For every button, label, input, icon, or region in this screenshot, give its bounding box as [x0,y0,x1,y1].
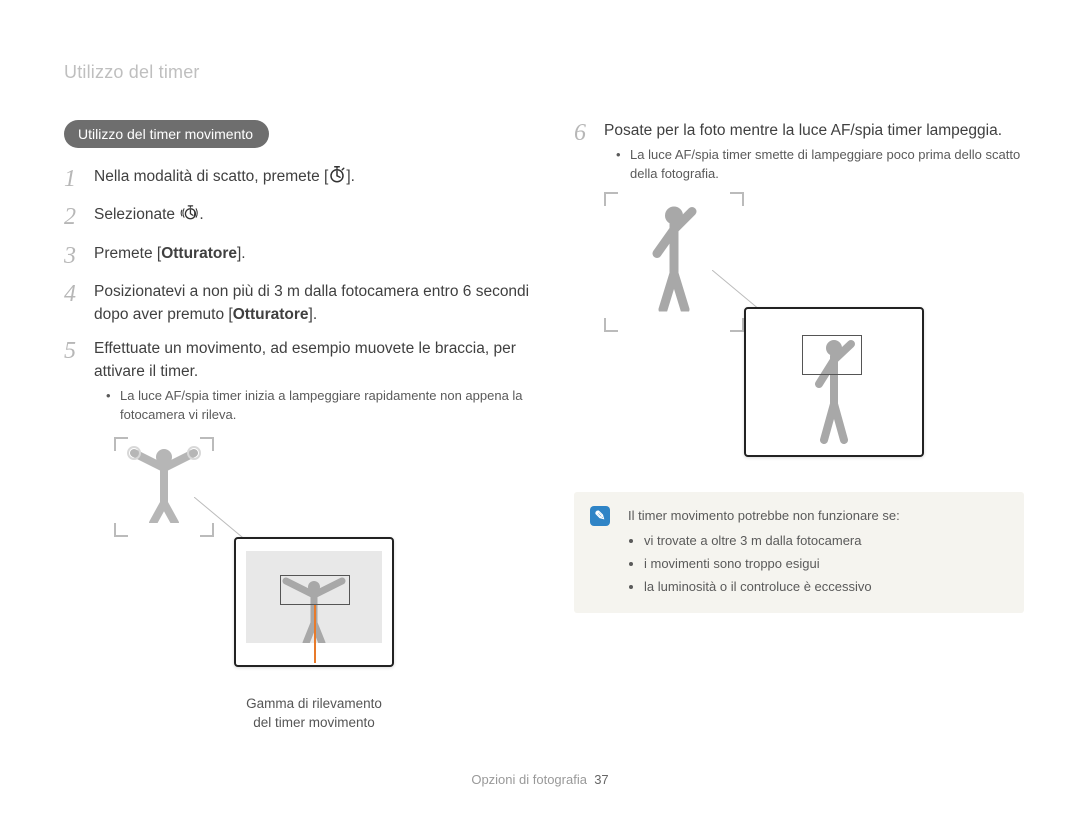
step-4: 4 Posizionatevi a non più di 3 m dalla f… [64,281,534,326]
step-text: Premete [ [94,245,161,262]
step-3: 3 Premete [Otturatore]. [64,243,534,269]
step-5: 5 Effettuate un movimento, ad esempio mu… [64,338,534,425]
camera-screen-preview [744,307,924,457]
note-item: la luminosità o il controluce è eccessiv… [644,577,1006,598]
section-heading: Utilizzo del timer movimento [64,120,269,148]
note-item: vi trovate a oltre 3 m dalla fotocamera [644,531,1006,552]
motion-timer-icon [179,204,199,229]
illustration-motion-detection: Gamma di rilevamento del timer movimento [114,437,534,737]
camera-screen-preview [234,537,394,667]
person-waving-icon [629,202,719,312]
illustration-caption: Gamma di rilevamento del timer movimento [234,695,394,733]
step-1: 1 Nella modalità di scatto, premete []. [64,166,534,192]
step-text: Nella modalità di scatto, premete [ [94,168,328,185]
step-sub-bullet: La luce AF/spia timer inizia a lampeggia… [94,387,534,425]
step-text: Effettuate un movimento, ad esempio muov… [94,340,516,379]
step-text-bold: Otturatore [161,245,237,262]
step-text-bold: Otturatore [233,306,309,323]
page-number: 37 [594,772,608,787]
note-title: Il timer movimento potrebbe non funziona… [628,506,1006,527]
step-text: Selezionate [94,206,179,223]
page-footer: Opzioni di fotografia 37 [0,772,1080,787]
step-number: 3 [64,243,88,269]
note-icon: ✎ [590,506,610,526]
step-text: Posate per la foto mentre la luce AF/spi… [604,122,1002,139]
note-item: i movimenti sono troppo esigui [644,554,1006,575]
right-column: 6 Posate per la foto mentre la luce AF/s… [574,120,1024,613]
page-title: Utilizzo del timer [64,62,200,83]
step-number: 2 [64,204,88,230]
step-number: 1 [64,166,88,192]
step-text-tail: ]. [237,245,246,262]
step-sub-bullet: La luce AF/spia timer smette di lampeggi… [604,146,1024,184]
step-number: 4 [64,281,88,307]
illustration-pose [604,192,1024,482]
note-box: ✎ Il timer movimento potrebbe non funzio… [574,492,1024,613]
left-column: Utilizzo del timer movimento 1 Nella mod… [64,120,534,737]
step-text-tail: ]. [309,306,318,323]
footer-section: Opzioni di fotografia [471,772,587,787]
step-text-tail: . [199,206,203,223]
step-2: 2 Selezionate . [64,204,534,230]
step-number: 6 [574,120,598,146]
timer-icon [328,166,346,191]
step-number: 5 [64,338,88,364]
step-text-tail: ]. [346,168,355,185]
step-6: 6 Posate per la foto mentre la luce AF/s… [574,120,1024,184]
